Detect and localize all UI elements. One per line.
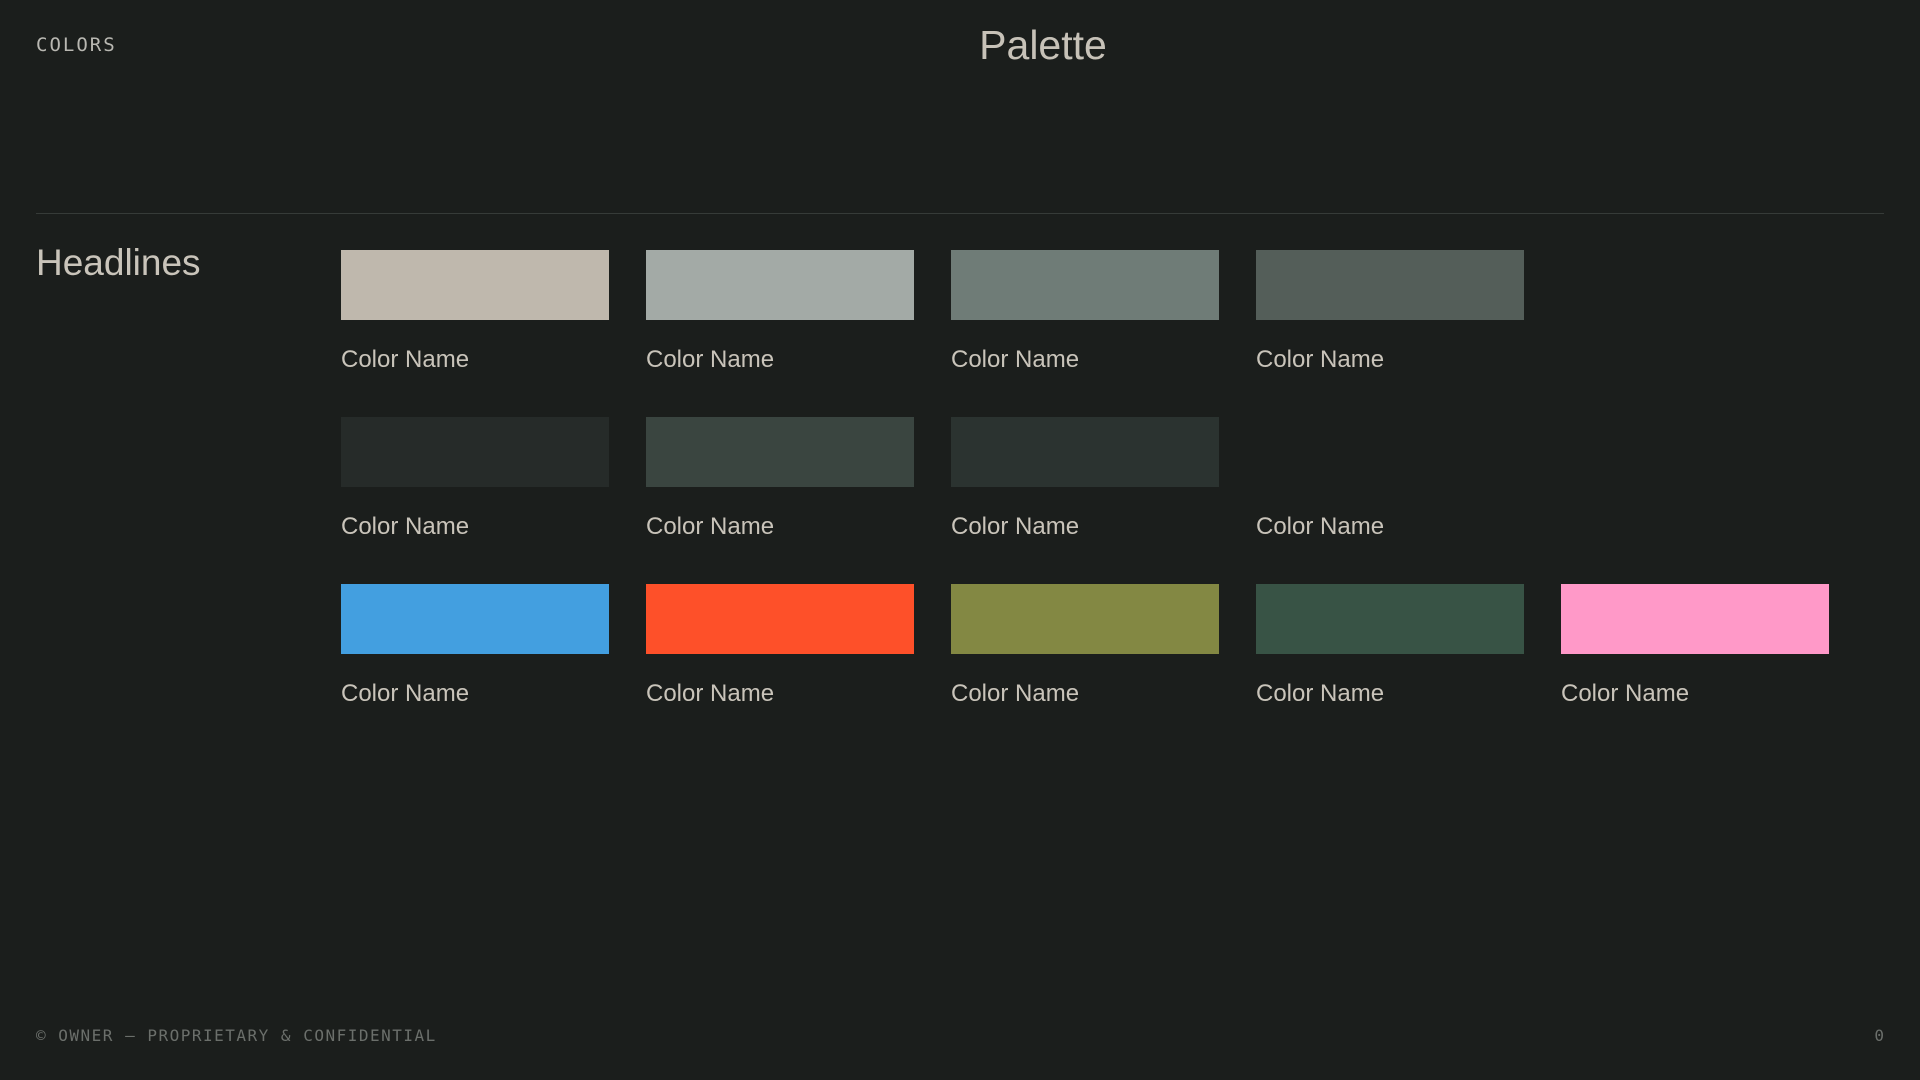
swatch-item: Color Name	[951, 250, 1219, 417]
page-title: Palette	[979, 22, 1107, 68]
color-swatch	[1256, 250, 1524, 320]
swatch-item: Color Name	[646, 250, 914, 417]
swatch-name: Color Name	[341, 346, 470, 373]
swatch-item: Color Name	[341, 417, 609, 584]
page-number: 0	[1874, 1026, 1884, 1045]
swatch-item: Color Name	[951, 584, 1219, 751]
color-swatch	[341, 584, 609, 654]
color-swatch	[1256, 417, 1524, 487]
swatch-name: Color Name	[1561, 680, 1690, 707]
color-swatch	[1561, 584, 1829, 654]
swatch-name: Color Name	[1256, 680, 1385, 707]
swatch-item: Color Name	[341, 250, 609, 417]
color-swatch	[341, 417, 609, 487]
swatch-name: Color Name	[646, 513, 775, 540]
color-swatch	[646, 584, 914, 654]
swatch-name: Color Name	[1256, 346, 1385, 373]
swatch-name: Color Name	[951, 346, 1080, 373]
footer-note: © OWNER — PROPRIETARY & CONFIDENTIAL	[36, 1026, 437, 1045]
swatch-item: Color Name	[951, 417, 1219, 584]
swatch-name: Color Name	[951, 680, 1080, 707]
swatch-item: Color Name	[1256, 250, 1524, 417]
swatch-name: Color Name	[341, 513, 470, 540]
swatch-name: Color Name	[1256, 513, 1385, 540]
color-swatch	[951, 417, 1219, 487]
swatch-name: Color Name	[646, 680, 775, 707]
divider	[36, 213, 1884, 214]
group-heading: Headlines	[36, 242, 201, 283]
color-swatch	[951, 250, 1219, 320]
swatch-item: Color Name	[341, 584, 609, 751]
color-swatch	[341, 250, 609, 320]
swatch-name: Color Name	[341, 680, 470, 707]
swatch-item: Color Name	[646, 584, 914, 751]
swatch-item: Color Name	[646, 417, 914, 584]
swatch-item: Color Name	[1561, 584, 1829, 751]
swatch-item: Color Name	[1256, 417, 1524, 584]
color-swatch	[1256, 584, 1524, 654]
swatch-name: Color Name	[951, 513, 1080, 540]
color-swatch	[951, 584, 1219, 654]
swatch-item	[1561, 250, 1829, 417]
color-swatch	[646, 417, 914, 487]
swatch-name: Color Name	[646, 346, 775, 373]
color-swatch	[646, 250, 914, 320]
swatch-item: Color Name	[1256, 584, 1524, 751]
swatch-item	[1561, 417, 1829, 584]
swatch-grid: Color Name Color Name Color Name Color Name…	[341, 250, 1829, 751]
